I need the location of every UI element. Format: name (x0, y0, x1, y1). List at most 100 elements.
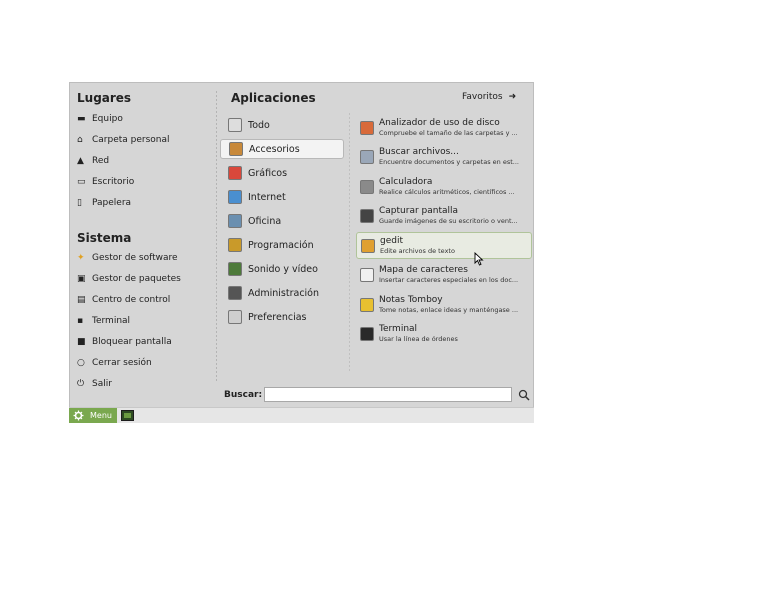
calculator-icon (360, 179, 374, 194)
category-label: Todo (248, 119, 270, 131)
graphics-icon (228, 166, 242, 180)
category-item[interactable]: Sonido y vídeo (220, 259, 344, 279)
character-map-icon (360, 268, 374, 282)
category-label: Oficina (248, 215, 282, 227)
arrow-right-icon: ➜ (508, 92, 517, 102)
screen: { "places": { "header": "Lugares", "item… (0, 0, 768, 594)
system-item[interactable]: ▪ Terminal (77, 312, 130, 330)
place-item[interactable]: ▭ Escritorio (77, 173, 134, 191)
app-item[interactable]: Analizador de uso de disco Compruebe el t… (356, 114, 532, 141)
place-item[interactable]: ▯ Papelera (77, 194, 131, 212)
search-label: Buscar: (224, 390, 263, 400)
app-item[interactable]: Notas Tomboy Tome notas, enlace ideas y m… (356, 291, 532, 318)
logout-icon: ○ (77, 358, 85, 368)
column-divider (216, 91, 217, 383)
category-label: Programación (248, 239, 314, 251)
category-label: Sonido y vídeo (248, 263, 318, 275)
place-label: Equipo (92, 114, 123, 124)
category-item[interactable]: Administración (220, 283, 344, 303)
trash-icon: ▯ (77, 198, 82, 208)
app-description: Edite archivos de texto (380, 246, 455, 255)
system-label: Centro de control (92, 295, 171, 305)
favorites-button[interactable]: Favoritos ➜ (462, 92, 516, 102)
app-item[interactable]: gedit Edite archivos de texto (356, 232, 532, 259)
mint-menu: Lugares ▬ Equipo ⌂ Carpeta personal ▲ Red ▭ Esc… (69, 82, 534, 408)
power-icon: ⏻ (77, 379, 85, 389)
system-item[interactable]: ⏻ Salir (77, 375, 112, 393)
package-icon: ▣ (77, 274, 86, 284)
place-label: Red (92, 156, 110, 166)
search-icon[interactable] (518, 389, 530, 401)
app-text: Analizador de uso de disco Compruebe el t… (379, 118, 518, 138)
show-desktop-icon[interactable] (121, 410, 134, 421)
app-name: Terminal (379, 324, 418, 334)
system-label: Gestor de paquetes (92, 274, 181, 284)
app-description: Compruebe el tamaño de las carpetas y ..… (379, 128, 518, 137)
system-item[interactable]: ✦ Gestor de software (77, 249, 178, 267)
favorites-label: Favoritos (462, 92, 503, 102)
app-item[interactable]: Buscar archivos... Encuentre documentos y… (356, 144, 532, 171)
category-item[interactable]: Todo (220, 115, 344, 135)
app-description: Realice cálculos aritméticos, científico… (379, 187, 515, 196)
system-header: Sistema (77, 231, 132, 245)
app-item[interactable]: Capturar pantalla Guarde imágenes de su e… (356, 203, 532, 230)
app-description: Tome notas, enlace ideas y manténgase ..… (379, 305, 519, 314)
app-name: Capturar pantalla (379, 206, 459, 216)
preferences-icon (228, 310, 242, 324)
app-item[interactable]: Terminal Usar la línea de órdenes (356, 321, 532, 348)
category-item[interactable]: Oficina (220, 211, 344, 231)
search-input[interactable] (264, 387, 512, 402)
lock-icon: ■ (77, 337, 86, 347)
category-item[interactable]: Accesorios (220, 139, 344, 159)
category-label: Gráficos (248, 167, 288, 179)
system-item[interactable]: ▤ Centro de control (77, 291, 170, 309)
category-item[interactable]: Gráficos (220, 163, 344, 183)
place-item[interactable]: ▬ Equipo (77, 110, 123, 128)
app-text: Buscar archivos... Encuentre documentos y… (379, 147, 519, 167)
system-item[interactable]: ■ Bloquear pantalla (77, 333, 172, 351)
accessories-icon (229, 142, 243, 156)
places-header: Lugares (77, 91, 132, 105)
category-label: Internet (248, 191, 286, 203)
category-item[interactable]: Internet (220, 187, 344, 207)
internet-icon (228, 190, 242, 204)
system-item[interactable]: ▣ Gestor de paquetes (77, 270, 181, 288)
system-label: Cerrar sesión (92, 358, 152, 368)
menu-label: Menu (90, 411, 112, 420)
mint-logo-icon (73, 410, 84, 421)
system-item[interactable]: ○ Cerrar sesión (77, 354, 152, 372)
app-name: Notas Tomboy (379, 294, 443, 305)
app-text: gedit Edite archivos de texto (380, 236, 455, 256)
app-description: Usar la línea de órdenes (379, 335, 458, 343)
mouse-pointer-icon (474, 252, 484, 266)
applications-header: Aplicaciones (231, 91, 316, 105)
app-description: Insertar caracteres especiales en los do… (379, 276, 519, 284)
app-item[interactable]: Mapa de caracteres Insertar caracteres es… (356, 262, 532, 289)
app-name: Buscar archivos... (379, 147, 459, 157)
category-label: Accesorios (249, 143, 300, 155)
app-name: Mapa de caracteres (379, 265, 468, 275)
tomboy-icon (360, 297, 374, 312)
system-label: Terminal (92, 316, 131, 326)
app-description: Guarde imágenes de su escritorio o vent.… (379, 217, 518, 225)
category-item[interactable]: Preferencias (220, 307, 344, 327)
app-text: Notas Tomboy Tome notas, enlace ideas y m… (379, 295, 518, 315)
screenshot-icon (360, 209, 374, 223)
app-text: Mapa de caracteres Insertar caracteres es… (379, 265, 518, 285)
home-icon: ⌂ (77, 135, 83, 145)
category-item[interactable]: Programación (220, 235, 344, 255)
place-item[interactable]: ▲ Red (77, 152, 109, 170)
place-label: Carpeta personal (92, 135, 170, 145)
menu-button[interactable]: Menu (69, 408, 117, 423)
app-name: Calculadora (379, 176, 433, 187)
sound-video-icon (228, 262, 242, 276)
software-icon: ✦ (77, 253, 85, 263)
app-item[interactable]: Calculadora Realice cálculos aritméticos,… (356, 173, 532, 200)
system-label: Bloquear pantalla (92, 337, 172, 347)
control-center-icon: ▤ (77, 295, 86, 305)
search-files-icon (360, 150, 374, 164)
place-item[interactable]: ⌂ Carpeta personal (77, 131, 170, 149)
programming-icon (228, 238, 242, 252)
terminal-app-icon (360, 327, 374, 341)
disk-usage-icon (360, 120, 374, 135)
